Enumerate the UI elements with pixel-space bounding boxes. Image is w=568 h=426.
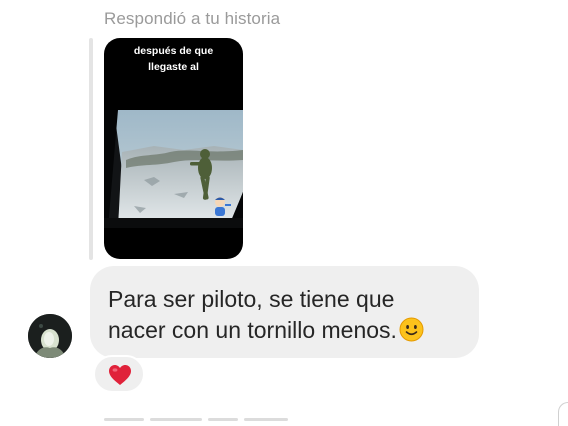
slightly-smiling-face-icon [399,317,424,342]
sender-avatar[interactable] [28,314,72,358]
message-line-2-wrap: nacer con un tornillo menos. [108,315,424,346]
message-row: Para ser piloto, se tiene que nacer con … [0,266,568,360]
next-bubble-edge [558,402,568,426]
story-caption: después de que llegaste al [104,43,243,75]
story-reply-label: Respondió a tu historia [104,9,281,28]
message-reaction[interactable] [93,355,145,393]
story-thumbnail[interactable]: después de que llegaste al [104,38,243,259]
story-caption-line-1: después de que [133,45,214,57]
message-text: Para ser piloto, se tiene que nacer con … [108,284,424,346]
message-line-1: Para ser piloto, se tiene que [108,286,395,312]
next-message-cutoff [104,418,304,426]
reply-indicator-bar [89,38,93,260]
message-bubble[interactable]: Para ser piloto, se tiene que nacer con … [90,266,479,358]
story-video-frame [104,110,243,228]
red-heart-icon [109,365,131,385]
message-line-2: nacer con un tornillo menos. [108,317,397,343]
story-caption-line-2: llegaste al [148,61,199,73]
chat-screen: Respondió a tu historia después de que l… [0,0,568,426]
